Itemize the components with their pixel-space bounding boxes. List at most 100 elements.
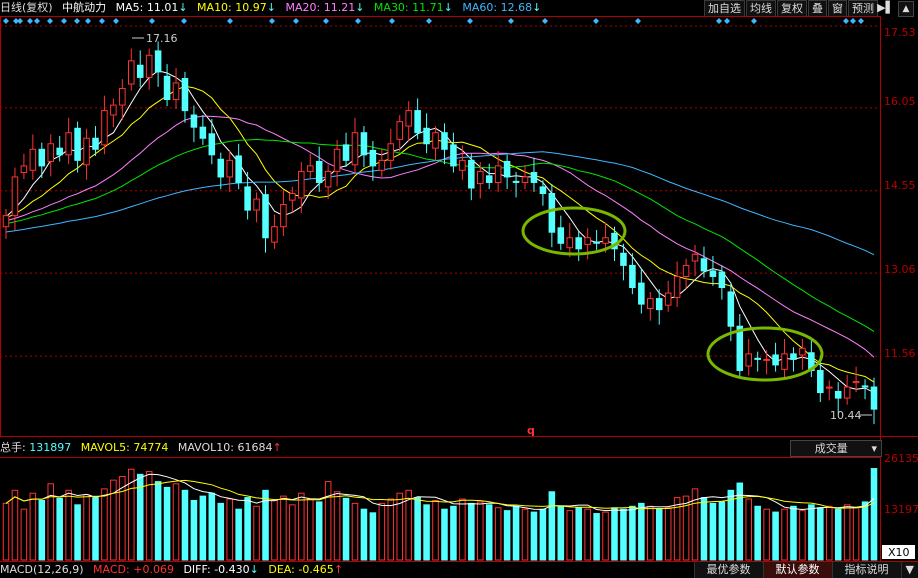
scroll-down-icon[interactable]: ▼: [900, 562, 918, 578]
highlight-ellipse-1: [521, 206, 627, 256]
volume-bar-47: [423, 504, 430, 561]
candle-body-93: [834, 390, 842, 399]
volume-ma-lines: [5, 473, 875, 512]
volume-bar-94: [843, 504, 851, 561]
event-marker-13: [227, 18, 233, 24]
candle-body-29: [262, 194, 269, 239]
event-marker-7: [74, 18, 80, 24]
candle-body-24: [217, 158, 225, 178]
candle-body-70: [629, 264, 636, 289]
mavol5-readout: MAVOL5: 74774: [80, 441, 169, 454]
event-marker-19: [426, 18, 432, 24]
volume-bar-7: [65, 489, 72, 561]
candle-body-73: [655, 298, 663, 311]
volume-bar-34: [306, 498, 314, 561]
candle-body-32: [289, 193, 296, 201]
volume-bar-87: [781, 508, 788, 561]
candle-body-43: [387, 143, 395, 161]
candle-body-59: [530, 172, 538, 183]
candle-body-26: [235, 155, 242, 183]
volume-bar-23: [208, 492, 216, 561]
event-markers[interactable]: [3, 18, 864, 24]
event-marker-6: [61, 18, 67, 24]
tab-optimal-params[interactable]: 最优参数: [693, 562, 763, 578]
event-marker-4: [34, 18, 40, 24]
candle-body-66: [593, 241, 600, 244]
event-marker-27: [751, 18, 757, 24]
volume-bar-31: [280, 495, 287, 561]
volume-bar-2: [20, 508, 28, 561]
candle-body-16: [145, 54, 153, 78]
candle-body-15: [136, 64, 144, 78]
candle-body-28: [253, 198, 260, 211]
candle-body-0: [2, 215, 10, 228]
volume-indicator-dropdown[interactable]: 成交量 ▾: [790, 440, 882, 457]
event-marker-18: [389, 18, 395, 24]
tab-default-params[interactable]: 默认参数: [762, 562, 832, 578]
volume-bar-53: [476, 501, 484, 561]
chevron-down-icon: ▾: [871, 442, 877, 455]
volume-bar-54: [485, 504, 493, 561]
volume-bar-95: [852, 507, 860, 561]
ma20-line: [5, 115, 875, 358]
macd-label[interactable]: MACD(12,26,9): [0, 563, 84, 576]
candle-body-63: [566, 237, 574, 249]
candle-body-91: [817, 369, 824, 394]
moving-average-lines: [5, 70, 875, 394]
candle-body-48: [432, 132, 439, 149]
candle-body-27: [244, 186, 251, 211]
candle-body-4: [38, 148, 46, 167]
candle-body-92: [825, 386, 833, 389]
kline-chart[interactable]: 17.16 10.44 q 17.53 16.05 14.55 13.06 11…: [0, 0, 918, 578]
volume-bar-3: [29, 492, 37, 561]
volume-bar-74: [664, 507, 672, 561]
event-marker-23: [593, 18, 599, 24]
candle-body-8: [74, 127, 81, 161]
volume-bar-41: [369, 512, 377, 561]
candle-body-38: [342, 144, 350, 161]
candle-body-11: [101, 110, 108, 146]
event-marker-11: [149, 18, 155, 24]
volume-bar-64: [575, 507, 582, 561]
volume-bar-28: [253, 505, 260, 561]
volume-bar-78: [700, 497, 708, 561]
volume-bar-71: [638, 502, 645, 561]
candle-body-76: [682, 264, 690, 277]
volume-bar-8: [74, 504, 81, 561]
volume-bar-86: [772, 511, 779, 561]
candle-body-83: [745, 353, 752, 367]
candle-body-64: [575, 237, 582, 250]
candle-body-79: [709, 270, 717, 277]
candle-body-62: [557, 227, 565, 244]
candle-body-75: [673, 275, 681, 298]
candle-body-1: [11, 176, 19, 217]
event-marker-2: [17, 18, 23, 24]
volume-bar-56: [503, 510, 511, 561]
volume-bar-33: [298, 492, 305, 561]
diff-value: DIFF: -0.430↓: [183, 563, 259, 576]
volume-bar-40: [360, 508, 368, 561]
candle-body-23: [208, 133, 216, 156]
ma5-line: [5, 70, 875, 394]
volume-bar-65: [584, 508, 591, 561]
volume-bar-38: [342, 497, 350, 561]
volume-bar-91: [817, 507, 824, 561]
volume-bar-90: [808, 504, 815, 561]
volume-bar-21: [190, 499, 198, 561]
candle-body-17: [154, 50, 162, 73]
price-tick-0: 17.53: [884, 26, 916, 39]
candle-body-94: [843, 386, 851, 399]
volume-bar-70: [629, 505, 636, 561]
volume-bar-69: [620, 508, 627, 561]
event-marker-17: [355, 18, 361, 24]
volume-bars[interactable]: [2, 468, 878, 561]
candle-body-41: [369, 149, 377, 167]
candle-body-85: [763, 358, 770, 361]
candle-body-57: [512, 180, 520, 183]
volume-bar-20: [181, 489, 189, 561]
volume-bar-60: [539, 508, 547, 561]
tab-indicator-help[interactable]: 指标说明: [831, 562, 901, 578]
candle-body-10: [92, 137, 99, 150]
event-marker-26: [724, 18, 730, 24]
price-tick-1: 16.05: [884, 95, 916, 108]
